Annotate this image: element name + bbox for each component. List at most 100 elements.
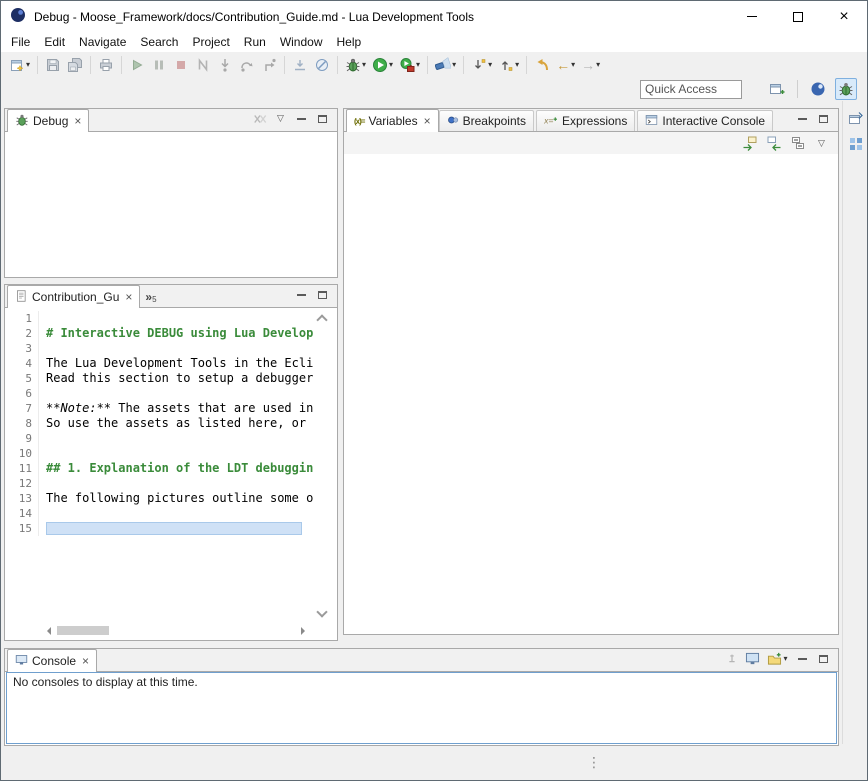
menu-run[interactable]: Run [237, 33, 273, 51]
editor-line[interactable]: 5Read this section to setup a debugger [5, 371, 337, 386]
show-logical-structures-icon[interactable] [764, 135, 783, 152]
line-number[interactable]: 12 [9, 476, 39, 491]
maximize-icon[interactable] [313, 286, 332, 303]
pin-console-icon[interactable] [722, 650, 741, 667]
scrollbar-thumb[interactable] [57, 626, 109, 635]
window-minimize-button[interactable] [729, 1, 775, 32]
line-number[interactable]: 9 [9, 431, 39, 446]
menu-file[interactable]: File [4, 33, 37, 51]
tab-console[interactable]: Console × [7, 649, 97, 672]
external-tools-button[interactable]: ▾ [396, 54, 423, 76]
scroll-left-icon[interactable] [43, 627, 51, 635]
line-number[interactable]: 13 [9, 491, 39, 506]
terminate-button[interactable] [170, 54, 192, 76]
line-number[interactable]: 7 [9, 401, 39, 416]
menu-project[interactable]: Project [185, 33, 236, 51]
window-close-button[interactable]: × [821, 1, 867, 32]
ldt-perspective-button[interactable] [807, 78, 829, 100]
drop-to-frame-button[interactable] [289, 54, 311, 76]
line-number[interactable]: 3 [9, 341, 39, 356]
open-console-icon[interactable]: ▾ [764, 650, 791, 667]
line-number[interactable]: 4 [9, 356, 39, 371]
line-number[interactable]: 10 [9, 446, 39, 461]
close-icon[interactable]: × [424, 114, 431, 128]
editor-line current[interactable]: 15 [5, 521, 337, 536]
line-number[interactable]: 11 [9, 461, 39, 476]
tab-contribution-guide[interactable]: Contribution_Gu × [7, 285, 140, 308]
close-icon[interactable]: × [82, 654, 89, 668]
step-over-button[interactable] [236, 54, 258, 76]
menu-window[interactable]: Window [273, 33, 330, 51]
menu-search[interactable]: Search [133, 33, 185, 51]
line-number[interactable]: 14 [9, 506, 39, 521]
menu-help[interactable]: Help [330, 33, 369, 51]
tab-expressions[interactable]: x= Expressions [536, 110, 635, 131]
minimize-icon[interactable] [793, 650, 812, 667]
editor-line[interactable]: 2# Interactive DEBUG using Lua Develop [5, 326, 337, 341]
disconnect-button[interactable] [192, 54, 214, 76]
dropdown-icon[interactable]: ▾ [362, 61, 366, 69]
new-wizard-button[interactable]: ▾ [6, 54, 33, 76]
view-menu-icon[interactable]: ▽ [812, 135, 831, 152]
horizontal-scrollbar[interactable] [43, 624, 309, 637]
line-number[interactable]: 8 [9, 416, 39, 431]
editor-line[interactable]: 1 [5, 311, 337, 326]
save-all-button[interactable] [64, 54, 86, 76]
window-maximize-button[interactable] [775, 1, 821, 32]
menu-navigate[interactable]: Navigate [72, 33, 133, 51]
show-type-names-icon[interactable] [740, 135, 759, 152]
maximize-icon[interactable] [313, 110, 332, 127]
drag-handle-icon[interactable]: ⋮ [587, 754, 601, 771]
step-into-button[interactable] [214, 54, 236, 76]
skip-breakpoints-button[interactable] [311, 54, 333, 76]
dropdown-icon[interactable]: ▾ [26, 61, 30, 69]
minimize-icon[interactable] [292, 286, 311, 303]
editor-line[interactable]: 3 [5, 341, 337, 356]
run-button[interactable]: ▾ [369, 54, 396, 76]
tab-interactive-console[interactable]: Interactive Console [637, 110, 773, 131]
tab-breakpoints[interactable]: Breakpoints [439, 110, 534, 131]
editor-line[interactable]: 8So use the assets as listed here, or [5, 416, 337, 431]
code-area[interactable]: 1 2# Interactive DEBUG using Lua Develop… [5, 308, 337, 640]
scroll-right-icon[interactable] [301, 627, 309, 635]
dropdown-icon[interactable]: ▾ [416, 61, 420, 69]
maximize-icon[interactable] [814, 110, 833, 127]
editor-line[interactable]: 6 [5, 386, 337, 401]
print-button[interactable] [95, 54, 117, 76]
display-selected-console-icon[interactable] [743, 650, 762, 667]
dropdown-icon[interactable]: ▾ [389, 61, 393, 69]
line-number[interactable]: 5 [9, 371, 39, 386]
collapse-all-icon[interactable] [788, 135, 807, 152]
last-edit-location-button[interactable] [531, 54, 553, 76]
tab-variables[interactable]: (x)= Variables × [346, 109, 439, 132]
menu-edit[interactable]: Edit [37, 33, 72, 51]
console-content[interactable]: No consoles to display at this time. [6, 672, 837, 744]
editor-content[interactable]: 1 2# Interactive DEBUG using Lua Develop… [5, 308, 337, 640]
remove-all-terminated-icon[interactable] [250, 110, 269, 127]
minimize-icon[interactable] [793, 110, 812, 127]
debug-perspective-button[interactable] [835, 78, 857, 100]
variables-content[interactable] [344, 154, 838, 634]
restore-views-icon[interactable] [846, 109, 866, 129]
line-number[interactable]: 2 [9, 326, 39, 341]
editor-overflow-chevron[interactable]: »5 [140, 290, 161, 307]
dropdown-icon[interactable]: ▾ [515, 61, 519, 69]
next-annotation-button[interactable]: ▾ [468, 54, 495, 76]
maximize-icon[interactable] [814, 650, 833, 667]
minimize-icon[interactable] [292, 110, 311, 127]
forward-button[interactable]: →▾ [578, 54, 603, 76]
dropdown-icon[interactable]: ▾ [452, 61, 456, 69]
editor-line[interactable]: 7**Note:** The assets that are used in [5, 401, 337, 416]
search-button[interactable]: ▾ [432, 54, 459, 76]
quick-access-input[interactable] [640, 80, 742, 99]
editor-line[interactable]: 13The following pictures outline some o [5, 491, 337, 506]
suspend-button[interactable] [148, 54, 170, 76]
debug-button[interactable]: ▾ [342, 54, 369, 76]
editor-line[interactable]: 11## 1. Explanation of the LDT debuggin [5, 461, 337, 476]
line-number[interactable]: 6 [9, 386, 39, 401]
save-button[interactable] [42, 54, 64, 76]
open-perspective-button[interactable] [766, 78, 788, 100]
dropdown-icon[interactable]: ▾ [596, 61, 600, 69]
line-number[interactable]: 15 [9, 521, 39, 536]
editor-line[interactable]: 9 [5, 431, 337, 446]
